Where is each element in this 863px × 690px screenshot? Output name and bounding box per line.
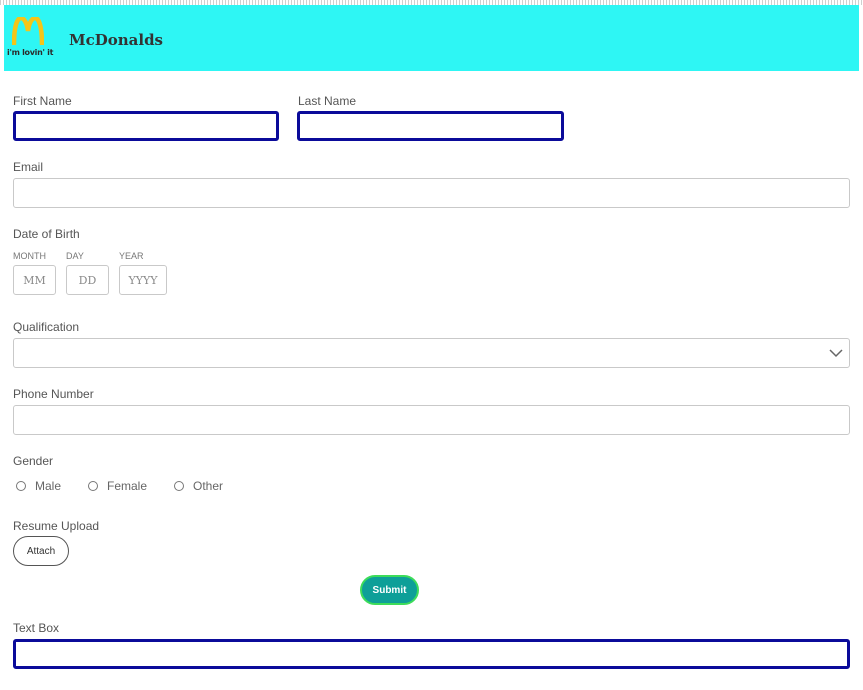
last-name-input[interactable] xyxy=(297,111,564,141)
radio-circle-icon[interactable] xyxy=(88,481,98,491)
dob-label: Date of Birth xyxy=(13,227,80,241)
first-name-input[interactable] xyxy=(13,111,279,141)
gender-label: Gender xyxy=(13,454,54,468)
qualification-select[interactable] xyxy=(13,338,850,368)
dob-day-label: DAY xyxy=(66,251,84,261)
chevron-down-icon xyxy=(829,349,843,358)
dob-month-label: MONTH xyxy=(13,251,46,261)
logo-tagline: i'm lovin' it xyxy=(7,48,54,57)
gender-radio-female[interactable]: Female xyxy=(88,478,147,494)
gender-option-label: Other xyxy=(193,479,224,493)
text-box-label: Text Box xyxy=(13,621,60,635)
gender-radio-other[interactable]: Other xyxy=(174,478,223,494)
mcdonalds-logo: i'm lovin' it xyxy=(7,17,53,59)
attach-button[interactable]: Attach xyxy=(13,536,69,566)
dob-month-input[interactable] xyxy=(13,265,56,295)
submit-button[interactable]: Submit xyxy=(360,575,419,605)
last-name-label: Last Name xyxy=(298,94,357,108)
phone-label: Phone Number xyxy=(13,387,94,401)
dob-year-label: YEAR xyxy=(119,251,144,261)
golden-arches-icon xyxy=(12,17,44,45)
qualification-label: Qualification xyxy=(13,320,80,334)
brand-name: McDonalds xyxy=(69,31,164,49)
resume-label: Resume Upload xyxy=(13,519,100,533)
header-bar: i'm lovin' it McDonalds xyxy=(4,5,859,71)
gender-option-label: Male xyxy=(35,479,62,493)
dob-year-input[interactable] xyxy=(119,265,167,295)
radio-circle-icon[interactable] xyxy=(16,481,26,491)
phone-input[interactable] xyxy=(13,405,850,435)
gender-radio-male[interactable]: Male xyxy=(16,478,61,494)
first-name-label: First Name xyxy=(13,94,72,108)
text-box-input[interactable] xyxy=(13,639,850,669)
dob-day-input[interactable] xyxy=(66,265,109,295)
email-label: Email xyxy=(13,160,44,174)
email-input[interactable] xyxy=(13,178,850,208)
gender-option-label: Female xyxy=(107,479,148,493)
radio-circle-icon[interactable] xyxy=(174,481,184,491)
